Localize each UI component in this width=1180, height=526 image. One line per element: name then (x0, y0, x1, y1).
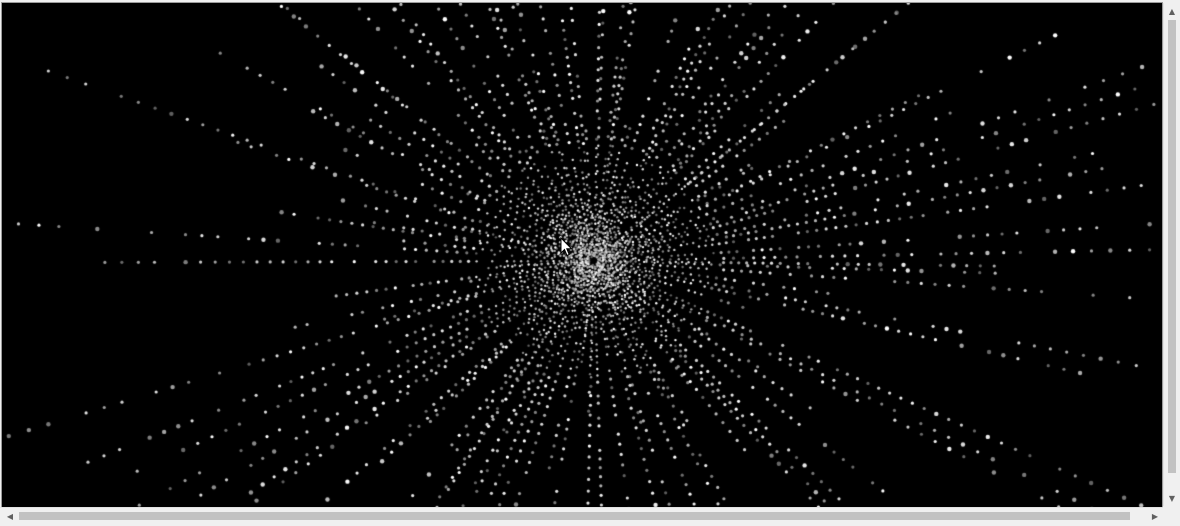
browser-window: ▲ ▼ ◀ ▶ (0, 0, 1180, 526)
mouse-cursor-icon (560, 237, 573, 257)
vertical-scrollbar[interactable]: ▲ ▼ (1163, 3, 1179, 506)
horizontal-scrollbar[interactable]: ◀ ▶ (0, 507, 1163, 523)
starfield-viewport[interactable] (1, 2, 1163, 509)
scrollbar-corner (1163, 507, 1180, 526)
vertical-scroll-thumb[interactable] (1168, 20, 1176, 473)
horizontal-scroll-thumb[interactable] (19, 512, 1130, 520)
arrow-right-icon[interactable]: ▶ (1147, 508, 1163, 524)
arrow-down-icon[interactable]: ▼ (1164, 490, 1180, 506)
arrow-left-icon[interactable]: ◀ (2, 508, 18, 524)
starfield-canvas[interactable] (2, 3, 1162, 508)
arrow-up-icon[interactable]: ▲ (1164, 3, 1180, 19)
